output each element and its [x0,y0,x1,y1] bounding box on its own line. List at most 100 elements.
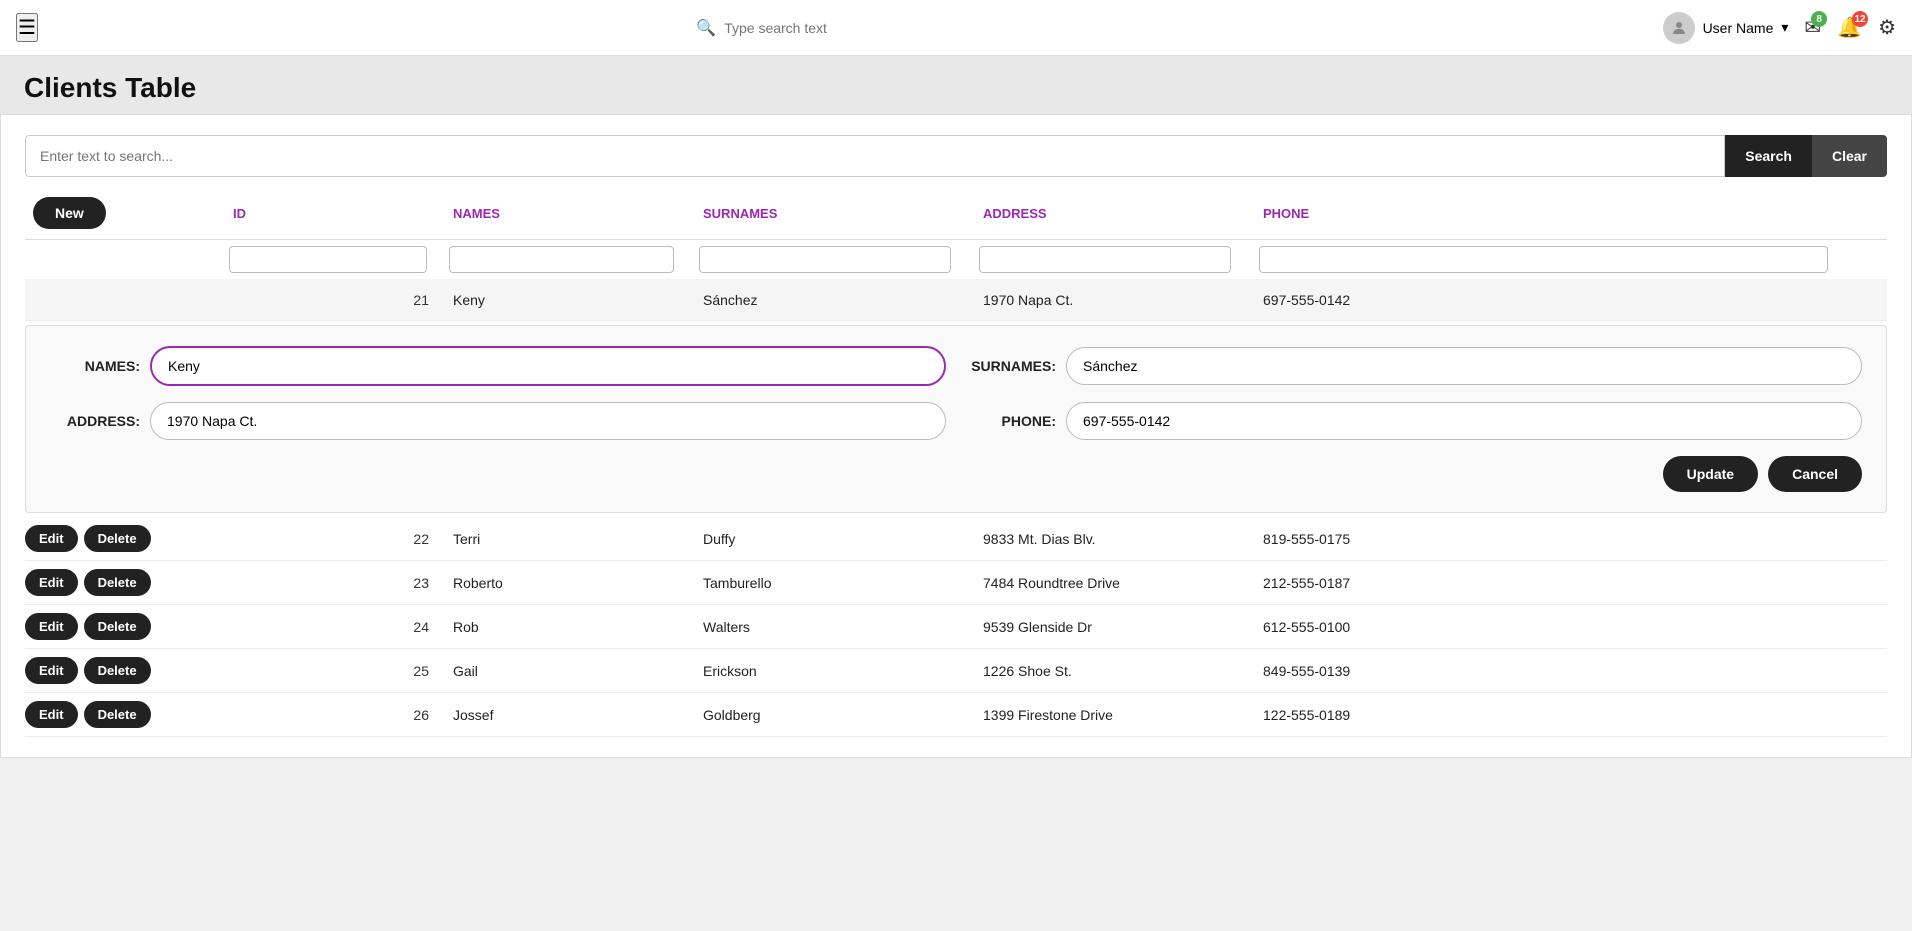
cell-surnames: Walters [695,615,975,639]
row-actions: Edit Delete [25,613,225,640]
cell-phone: 849-555-0139 [1255,659,1887,683]
form-group-names: NAMES: [50,346,946,386]
edit-button[interactable]: Edit [25,701,78,728]
table-header: New ID NAMES SURNAMES ADDRESS PHONE [25,193,1887,240]
topnav-right: User Name ▾ ✉ 8 🔔 12 ⚙ [1663,12,1896,44]
chevron-down-icon: ▾ [1781,19,1788,36]
cell-address: 9539 Glenside Dr [975,615,1255,639]
global-search-input[interactable] [724,20,1024,36]
address-input[interactable] [150,402,946,440]
cell-address: 9833 Mt. Dias Blv. [975,527,1255,551]
cell-surnames: Erickson [695,659,975,683]
topnav: ☰ 🔍 User Name ▾ ✉ 8 🔔 12 ⚙ [0,0,1912,56]
clear-button[interactable]: Clear [1812,135,1887,177]
search-icon: 🔍 [696,18,716,38]
cell-surnames: Goldberg [695,703,975,727]
filter-surnames-input[interactable] [699,246,951,273]
delete-button[interactable]: Delete [84,701,151,728]
filter-id-input[interactable] [229,246,427,273]
hamburger-menu[interactable]: ☰ [16,13,38,42]
row-actions: Edit Delete [25,701,225,728]
cell-address: 1970 Napa Ct. [975,288,1255,312]
cell-names: Keny [445,288,695,312]
row-actions: Edit Delete [25,525,225,552]
delete-button[interactable]: Delete [84,657,151,684]
table-row: 21 Keny Sánchez 1970 Napa Ct. 697-555-01… [25,279,1887,321]
table-row: Edit Delete 26 Jossef Goldberg 1399 Fire… [25,693,1887,737]
table-row: Edit Delete 23 Roberto Tamburello 7484 R… [25,561,1887,605]
global-search-area: 🔍 [58,18,1663,38]
cell-id: 26 [225,703,445,727]
cell-id: 24 [225,615,445,639]
cell-names: Roberto [445,571,695,595]
main-content: Search Clear New ID NAMES SURNAMES ADDRE… [0,114,1912,758]
col-header-address: ADDRESS [975,202,1255,225]
phone-label: PHONE: [966,413,1056,429]
bell-badge: 12 [1852,11,1868,27]
user-avatar [1663,12,1695,44]
form-group-surnames: SURNAMES: [966,347,1862,385]
surnames-input[interactable] [1066,347,1862,385]
form-group-address: ADDRESS: [50,402,946,440]
settings-button[interactable]: ⚙ [1878,15,1896,40]
cell-address: 1399 Firestone Drive [975,703,1255,727]
edit-button[interactable]: Edit [25,657,78,684]
cell-id: 25 [225,659,445,683]
search-button[interactable]: Search [1725,135,1812,177]
surnames-label: SURNAMES: [966,358,1056,374]
form-row-address-phone: ADDRESS: PHONE: [50,402,1862,440]
cell-names: Terri [445,527,695,551]
cell-names: Rob [445,615,695,639]
cell-phone: 212-555-0187 [1255,571,1887,595]
cell-id: 21 [225,288,445,312]
edit-form: NAMES: SURNAMES: ADDRESS: PHONE: [25,325,1887,513]
cell-surnames: Sánchez [695,288,975,312]
table-search-input[interactable] [25,135,1725,177]
cell-phone: 819-555-0175 [1255,527,1887,551]
cell-names: Jossef [445,703,695,727]
filter-address-input[interactable] [979,246,1231,273]
user-menu-button[interactable]: User Name ▾ [1663,12,1789,44]
table-row: Edit Delete 25 Gail Erickson 1226 Shoe S… [25,649,1887,693]
cell-id: 22 [225,527,445,551]
filter-names-input[interactable] [449,246,674,273]
col-header-names: NAMES [445,202,695,225]
cell-names: Gail [445,659,695,683]
new-button[interactable]: New [33,197,106,229]
cell-phone: 122-555-0189 [1255,703,1887,727]
edit-button[interactable]: Edit [25,613,78,640]
table-row: Edit Delete 24 Rob Walters 9539 Glenside… [25,605,1887,649]
filter-row [25,242,1887,277]
clients-table: New ID NAMES SURNAMES ADDRESS PHONE 21 K… [25,193,1887,737]
address-label: ADDRESS: [50,413,140,429]
delete-button[interactable]: Delete [84,525,151,552]
col-header-phone: PHONE [1255,202,1887,225]
username-label: User Name [1703,20,1774,36]
notifications-button[interactable]: 🔔 12 [1837,15,1862,40]
mail-button[interactable]: ✉ 8 [1804,15,1821,40]
delete-button[interactable]: Delete [84,569,151,596]
update-button[interactable]: Update [1663,456,1758,492]
cell-surnames: Duffy [695,527,975,551]
page-title: Clients Table [24,72,1888,104]
cell-surnames: Tamburello [695,571,975,595]
phone-input[interactable] [1066,402,1862,440]
names-label: NAMES: [50,358,140,374]
page-title-bar: Clients Table [0,56,1912,114]
mail-badge: 8 [1811,11,1827,27]
names-input[interactable] [150,346,946,386]
row-actions: Edit Delete [25,569,225,596]
form-row-names-surnames: NAMES: SURNAMES: [50,346,1862,386]
edit-button[interactable]: Edit [25,569,78,596]
delete-button[interactable]: Delete [84,613,151,640]
filter-phone-input[interactable] [1259,246,1828,273]
row-actions: Edit Delete [25,657,225,684]
form-group-phone: PHONE: [966,402,1862,440]
form-actions: Update Cancel [50,456,1862,492]
cell-phone: 697-555-0142 [1255,288,1887,312]
cancel-button[interactable]: Cancel [1768,456,1862,492]
table-row: Edit Delete 22 Terri Duffy 9833 Mt. Dias… [25,517,1887,561]
cell-address: 1226 Shoe St. [975,659,1255,683]
edit-button[interactable]: Edit [25,525,78,552]
col-header-surnames: SURNAMES [695,202,975,225]
